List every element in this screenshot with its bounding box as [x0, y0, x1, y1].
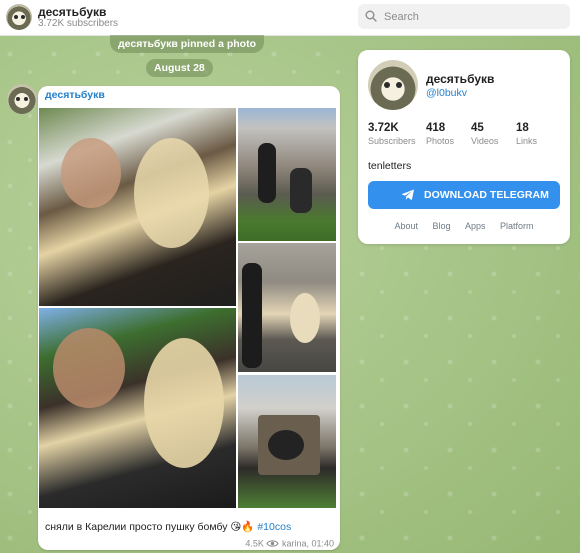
- stat-label: Subscribers: [368, 136, 416, 146]
- photo-figure: [290, 293, 320, 343]
- photo-figure: [242, 263, 262, 368]
- footer-link-apps[interactable]: Apps: [465, 221, 486, 231]
- stat-value: 45: [471, 122, 484, 134]
- search-input[interactable]: [382, 7, 566, 27]
- message-meta: 4.5K karina, 01:40: [245, 538, 334, 549]
- download-telegram-button[interactable]: DOWNLOAD TELEGRAM: [368, 181, 560, 209]
- channel-title[interactable]: десятьбукв: [38, 5, 106, 19]
- telegram-plane-icon: [401, 189, 414, 201]
- album-photo-4[interactable]: [238, 375, 336, 508]
- view-count: 4.5K: [245, 538, 264, 549]
- photo-figure: [290, 168, 312, 213]
- album-photo-1[interactable]: [39, 108, 236, 306]
- footer-link-platform[interactable]: Platform: [500, 221, 534, 231]
- channel-description: tenletters: [368, 160, 412, 172]
- stat-links[interactable]: 18 Links: [516, 122, 537, 146]
- avatar-eye: [396, 82, 402, 88]
- photo-figure: [144, 338, 224, 468]
- album-photo-3[interactable]: [238, 243, 336, 372]
- avatar-eye: [14, 15, 18, 19]
- avatar-eye: [24, 97, 28, 101]
- album-photo-5[interactable]: [39, 308, 236, 508]
- date-separator: August 28: [146, 59, 213, 77]
- hashtag-link[interactable]: #10cos: [257, 521, 291, 533]
- eye-icon: [266, 540, 280, 547]
- channel-info-card: десятьбукв @l0bukv 3.72K Subscribers 418…: [358, 50, 570, 244]
- stat-value: 18: [516, 122, 529, 134]
- channel-card-name: десятьбукв: [426, 72, 495, 86]
- avatar-eye: [384, 82, 390, 88]
- top-bar: десятьбукв 3.72K subscribers: [0, 0, 580, 36]
- stat-videos[interactable]: 45 Videos: [471, 122, 498, 146]
- avatar-eye: [21, 15, 25, 19]
- download-button-label: DOWNLOAD TELEGRAM: [424, 189, 549, 201]
- footer-links: About Blog Apps Platform: [358, 221, 570, 231]
- stat-label: Videos: [471, 136, 499, 146]
- channel-avatar[interactable]: [6, 4, 32, 30]
- stat-value: 3.72K: [368, 122, 399, 134]
- footer-link-about[interactable]: About: [394, 221, 418, 231]
- pinned-service-message[interactable]: десятьбукв pinned a photo: [110, 35, 264, 53]
- search-icon: [365, 10, 377, 22]
- stat-subscribers: 3.72K Subscribers: [368, 122, 416, 146]
- channel-card-avatar: [368, 60, 418, 110]
- stat-photos[interactable]: 418 Photos: [426, 122, 454, 146]
- message-caption: сняли в Карелии просто пушку бомбу 😘🔥 #1…: [45, 520, 291, 533]
- photo-figure: [258, 143, 276, 203]
- album-photo-2[interactable]: [238, 108, 336, 241]
- footer-link-blog[interactable]: Blog: [432, 221, 450, 231]
- photo-figure: [53, 328, 125, 408]
- message-author[interactable]: десятьбукв: [45, 89, 105, 101]
- stat-label: Photos: [426, 136, 455, 146]
- subscriber-count: 3.72K subscribers: [38, 18, 119, 29]
- photo-figure: [268, 430, 304, 460]
- photo-figure: [134, 138, 209, 248]
- signature-time: karina, 01:40: [281, 538, 334, 549]
- avatar-eye: [16, 97, 20, 101]
- channel-username-link[interactable]: @l0bukv: [426, 87, 467, 99]
- search-box[interactable]: [358, 4, 570, 29]
- message-author-avatar[interactable]: [7, 84, 37, 114]
- photo-figure: [61, 138, 121, 208]
- stat-label: Links: [516, 136, 538, 146]
- caption-text: сняли в Карелии просто пушку бомбу 😘🔥: [45, 521, 258, 533]
- stat-value: 418: [426, 122, 446, 134]
- message-bubble: десятьбукв сняли в Карелии просто пушку …: [38, 86, 340, 550]
